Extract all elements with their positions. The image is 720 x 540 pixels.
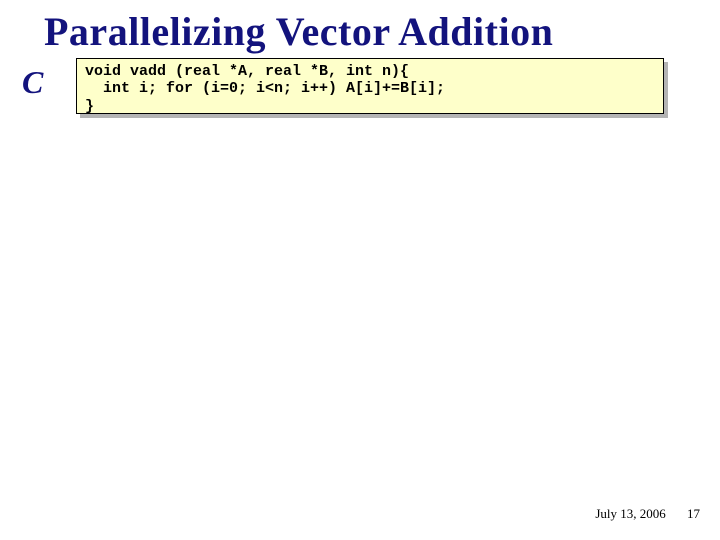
footer-page-number: 17 bbox=[687, 506, 700, 521]
language-label: C bbox=[22, 64, 43, 101]
slide: Parallelizing Vector Addition C void vad… bbox=[0, 0, 720, 540]
footer: July 13, 2006 17 bbox=[595, 506, 700, 522]
footer-date: July 13, 2006 bbox=[595, 506, 665, 521]
code-box: void vadd (real *A, real *B, int n){ int… bbox=[76, 58, 664, 114]
slide-title: Parallelizing Vector Addition bbox=[44, 8, 700, 55]
